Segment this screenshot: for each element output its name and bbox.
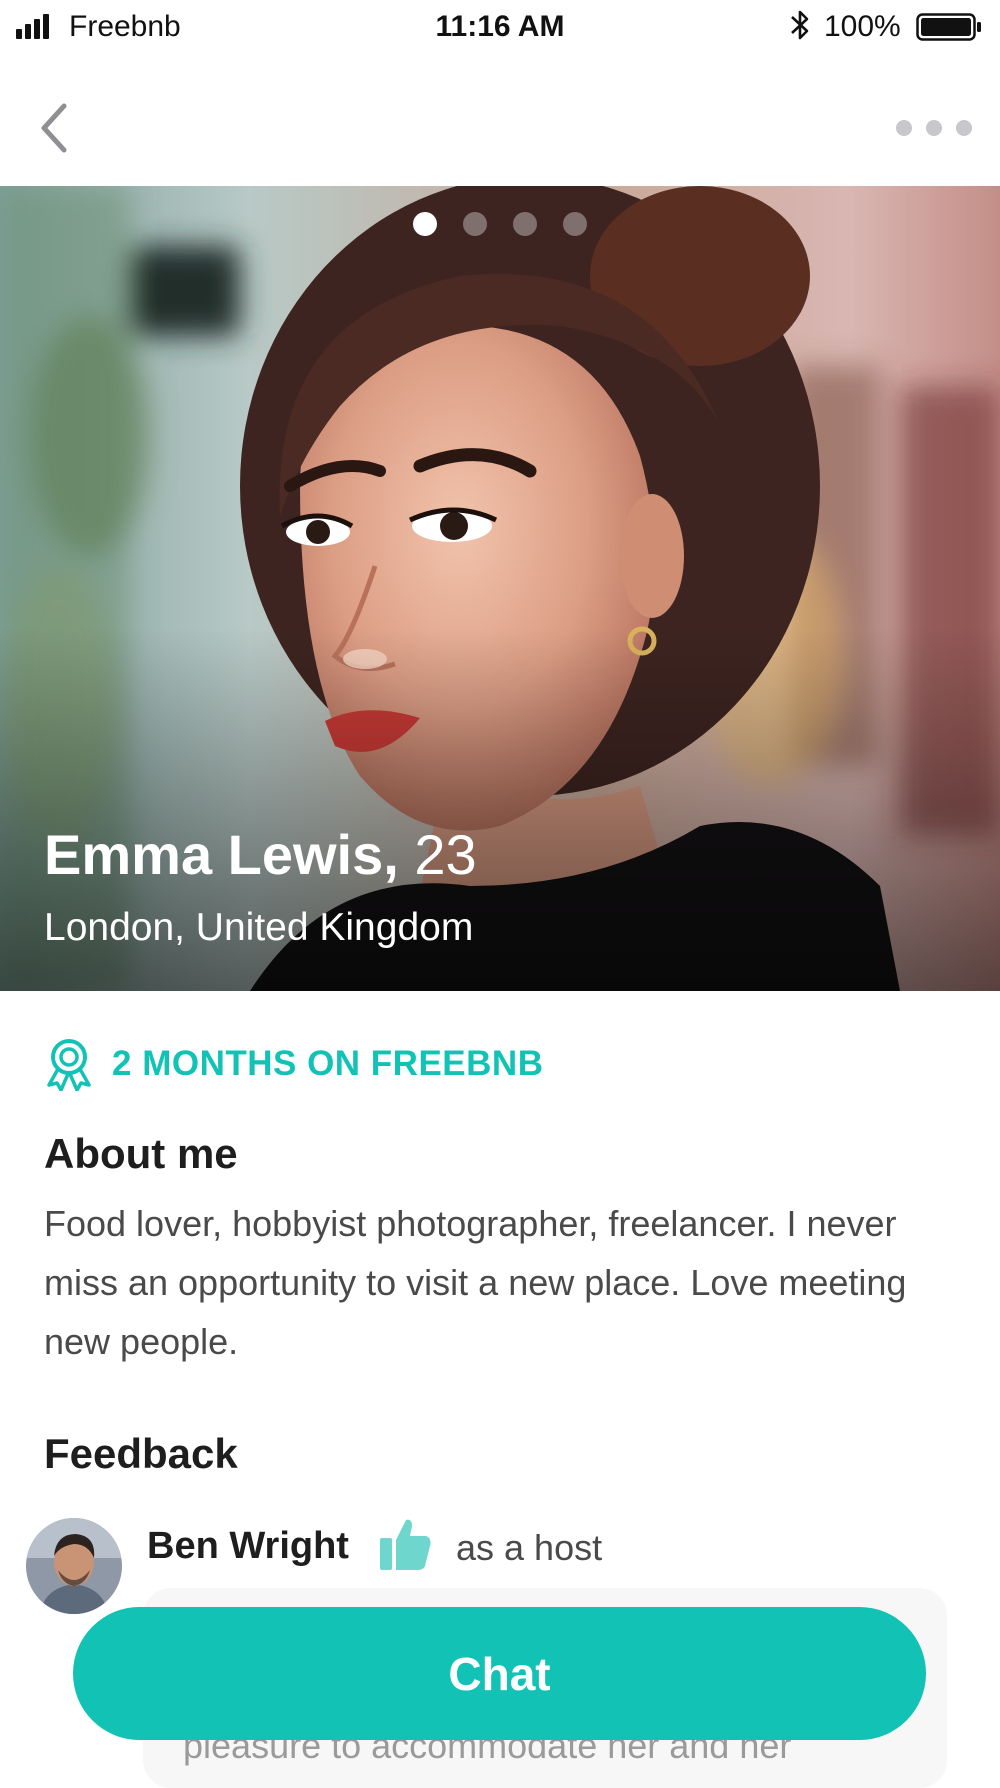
profile-name-row: Emma Lewis, 23 <box>44 822 477 887</box>
status-bar: Freebnb 11:16 AM 100% <box>0 0 1000 58</box>
reviewer-avatar-image <box>26 1518 122 1614</box>
profile-location: London, United Kingdom <box>44 906 474 949</box>
battery-percent: 100% <box>824 10 901 43</box>
membership-badge: 2 MONTHS ON FREEBNB <box>44 1037 543 1091</box>
chat-button[interactable]: Chat <box>73 1607 926 1740</box>
about-heading: About me <box>44 1130 238 1177</box>
award-icon <box>47 1039 91 1091</box>
profile-name: Emma Lewis, <box>44 823 399 886</box>
page-dot-active[interactable] <box>413 212 437 236</box>
bluetooth-icon <box>791 10 809 40</box>
more-dot <box>956 120 972 136</box>
page-dot[interactable] <box>563 212 587 236</box>
back-button[interactable] <box>36 100 74 156</box>
photo-pagination[interactable] <box>0 212 1000 236</box>
reviewer-role: as a host <box>456 1527 603 1568</box>
page-dot[interactable] <box>513 212 537 236</box>
page-dot[interactable] <box>463 212 487 236</box>
avatar[interactable] <box>26 1518 122 1614</box>
thumbs-up-icon <box>380 1519 431 1570</box>
battery-icon <box>916 13 981 41</box>
reviewer-name: Ben Wright <box>147 1525 349 1567</box>
about-text: Food lover, hobbyist photographer, freel… <box>44 1203 907 1362</box>
membership-label: 2 MONTHS ON FREEBNB <box>112 1044 544 1083</box>
more-options-button[interactable] <box>896 116 972 140</box>
feedback-heading: Feedback <box>44 1430 238 1477</box>
profile-age: 23 <box>414 823 477 886</box>
more-dot <box>896 120 912 136</box>
more-dot <box>926 120 942 136</box>
